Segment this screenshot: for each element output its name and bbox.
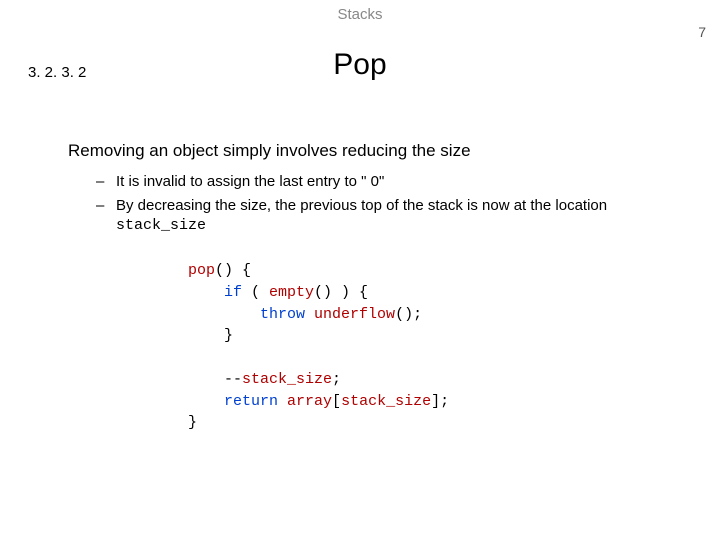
bullet-list: – It is invalid to assign the last entry… — [96, 172, 678, 236]
body-text: Removing an object simply involves reduc… — [68, 140, 678, 240]
page-number: 7 — [698, 24, 706, 40]
bullet-text: It is invalid to assign the last entry t… — [116, 172, 678, 192]
inline-code: stack_size — [116, 217, 206, 234]
code-block: pop() { if ( empty() ) { throw underflow… — [188, 260, 449, 434]
header-topic: Stacks — [0, 6, 720, 23]
bullet-text: By decreasing the size, the previous top… — [116, 196, 678, 236]
lead-sentence: Removing an object simply involves reduc… — [68, 140, 678, 162]
slide-title: Pop — [0, 48, 720, 82]
bullet-dash: – — [96, 172, 116, 192]
bullet-item: – It is invalid to assign the last entry… — [96, 172, 678, 192]
bullet-item: – By decreasing the size, the previous t… — [96, 196, 678, 236]
bullet-dash: – — [96, 196, 116, 236]
